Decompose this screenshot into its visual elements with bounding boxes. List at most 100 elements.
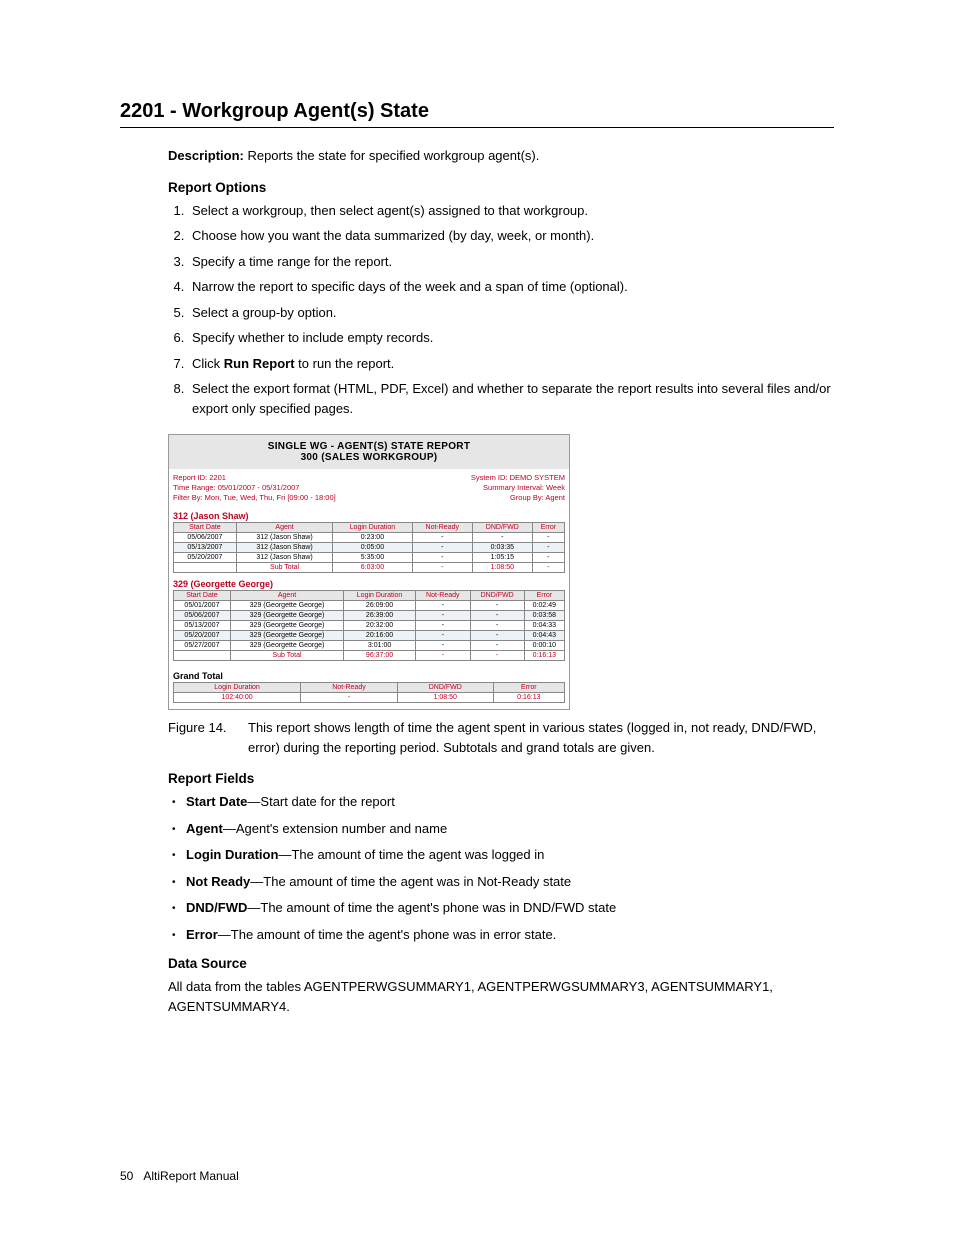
report-option-item: Specify whether to include empty records…	[188, 328, 834, 348]
table-cell: -	[415, 601, 470, 611]
table-cell: -	[470, 601, 524, 611]
table-cell: -	[301, 693, 398, 703]
report-field-item: Not Ready—The amount of time the agent w…	[186, 872, 834, 892]
table-header-cell: DND/FWD	[472, 523, 532, 533]
table-header-cell: Error	[524, 591, 564, 601]
table-header-cell: Start Date	[174, 523, 237, 533]
report-title-band: SINGLE WG - AGENT(S) STATE REPORT 300 (S…	[169, 435, 569, 469]
table-cell: 26:39:00	[344, 611, 416, 621]
table-header-cell: Login Duration	[344, 591, 416, 601]
table-cell: 312 (Jason Shaw)	[236, 533, 332, 543]
description-text: Reports the state for specified workgrou…	[244, 148, 540, 163]
report-fields-heading: Report Fields	[168, 771, 834, 786]
table-cell: 0:03:58	[524, 611, 564, 621]
table-cell: -	[532, 553, 564, 563]
table-cell: 05/20/2007	[174, 553, 237, 563]
table-cell: -	[532, 563, 564, 573]
table-header-cell: Start Date	[174, 591, 231, 601]
table-cell: -	[415, 641, 470, 651]
report-options-heading: Report Options	[168, 180, 834, 195]
report-meta-item: Filter By: Mon, Tue, Wed, Thu, Fri [09:0…	[173, 493, 336, 503]
footer-text: AltiReport Manual	[143, 1169, 238, 1183]
table-header-cell: Login Duration	[333, 523, 412, 533]
report-option-item: Select a workgroup, then select agent(s)…	[188, 201, 834, 221]
data-source-heading: Data Source	[168, 956, 834, 971]
table-cell: 329 (Georgette George)	[230, 631, 343, 641]
table-cell: 0:03:35	[472, 543, 532, 553]
table-cell: -	[415, 631, 470, 641]
table-cell: 329 (Georgette George)	[230, 611, 343, 621]
table-header-cell: Agent	[236, 523, 332, 533]
report-meta-item: Summary Interval: Week	[471, 483, 565, 493]
report-sample: SINGLE WG - AGENT(S) STATE REPORT 300 (S…	[168, 434, 570, 710]
report-meta-item: Report ID: 2201	[173, 473, 336, 483]
table-cell: 312 (Jason Shaw)	[236, 543, 332, 553]
report-option-item: Select a group-by option.	[188, 303, 834, 323]
table-cell: -	[472, 533, 532, 543]
table-header-cell: Not-Ready	[301, 683, 398, 693]
report-field-item: Start Date—Start date for the report	[186, 792, 834, 812]
table-cell: 0:16:13	[493, 693, 564, 703]
report-field-item: Error—The amount of time the agent's pho…	[186, 925, 834, 945]
table-cell: 96:37:00	[344, 651, 416, 661]
report-options-list: Select a workgroup, then select agent(s)…	[168, 201, 834, 419]
table-cell: -	[470, 641, 524, 651]
table-cell: -	[470, 611, 524, 621]
table-header-cell: Not-Ready	[415, 591, 470, 601]
table-cell: 0:16:13	[524, 651, 564, 661]
grand-total-table: Login DurationNot-ReadyDND/FWDError 102:…	[173, 682, 565, 703]
report-option-item: Select the export format (HTML, PDF, Exc…	[188, 379, 834, 418]
report-meta: Report ID: 2201Time Range: 05/01/2007 - …	[169, 469, 569, 511]
table-cell: -	[415, 621, 470, 631]
table-cell: 5:35:00	[333, 553, 412, 563]
table-row: 05/13/2007329 (Georgette George)20:32:00…	[174, 621, 565, 631]
table-cell	[174, 651, 231, 661]
page-number: 50	[120, 1169, 133, 1183]
grand-total-heading: Grand Total	[169, 667, 569, 682]
table-cell: 05/27/2007	[174, 641, 231, 651]
data-source-text: All data from the tables AGENTPERWGSUMMA…	[168, 977, 834, 1016]
table-row: 05/13/2007312 (Jason Shaw)0:05:00-0:03:3…	[174, 543, 565, 553]
table-cell: 05/06/2007	[174, 611, 231, 621]
report-field-item: Agent—Agent's extension number and name	[186, 819, 834, 839]
report-title-line2: 300 (SALES WORKGROUP)	[173, 452, 565, 463]
table-cell: 329 (Georgette George)	[230, 601, 343, 611]
report-option-item: Click Run Report to run the report.	[188, 354, 834, 374]
table-cell: 0:02:49	[524, 601, 564, 611]
table-cell: 05/06/2007	[174, 533, 237, 543]
report-meta-item: Group By: Agent	[471, 493, 565, 503]
table-header-cell: DND/FWD	[397, 683, 493, 693]
title-divider	[120, 127, 834, 128]
table-cell: -	[470, 651, 524, 661]
table-header-cell: Login Duration	[174, 683, 301, 693]
table-cell: -	[532, 543, 564, 553]
report-meta-item: System ID: DEMO SYSTEM	[471, 473, 565, 483]
table-cell: -	[412, 543, 472, 553]
table-cell: 05/01/2007	[174, 601, 231, 611]
table-header-cell: DND/FWD	[470, 591, 524, 601]
table-cell: 0:04:33	[524, 621, 564, 631]
table-header-cell: Error	[493, 683, 564, 693]
report-figure: SINGLE WG - AGENT(S) STATE REPORT 300 (S…	[168, 434, 834, 757]
report-table: Start DateAgentLogin DurationNot-ReadyDN…	[173, 522, 565, 573]
table-cell: -	[532, 533, 564, 543]
table-cell: -	[412, 553, 472, 563]
report-meta-item: Time Range: 05/01/2007 - 05/31/2007	[173, 483, 336, 493]
table-cell: -	[470, 631, 524, 641]
table-cell: 329 (Georgette George)	[230, 621, 343, 631]
table-cell: 20:32:00	[344, 621, 416, 631]
subtotal-row: Sub Total6:03:00-1:08:50-	[174, 563, 565, 573]
report-option-item: Narrow the report to specific days of th…	[188, 277, 834, 297]
table-cell: 05/20/2007	[174, 631, 231, 641]
table-cell: -	[470, 621, 524, 631]
figure-text: This report shows length of time the age…	[248, 718, 834, 757]
report-table: Start DateAgentLogin DurationNot-ReadyDN…	[173, 590, 565, 661]
table-cell: 0:05:00	[333, 543, 412, 553]
table-cell: Sub Total	[236, 563, 332, 573]
report-fields-list: Start Date—Start date for the report Agen…	[168, 792, 834, 944]
table-cell: -	[415, 651, 470, 661]
table-row: 05/20/2007312 (Jason Shaw)5:35:00-1:05:1…	[174, 553, 565, 563]
table-row: 05/06/2007329 (Georgette George)26:39:00…	[174, 611, 565, 621]
table-cell: 102:40:00	[174, 693, 301, 703]
table-row: 05/06/2007312 (Jason Shaw)0:23:00---	[174, 533, 565, 543]
